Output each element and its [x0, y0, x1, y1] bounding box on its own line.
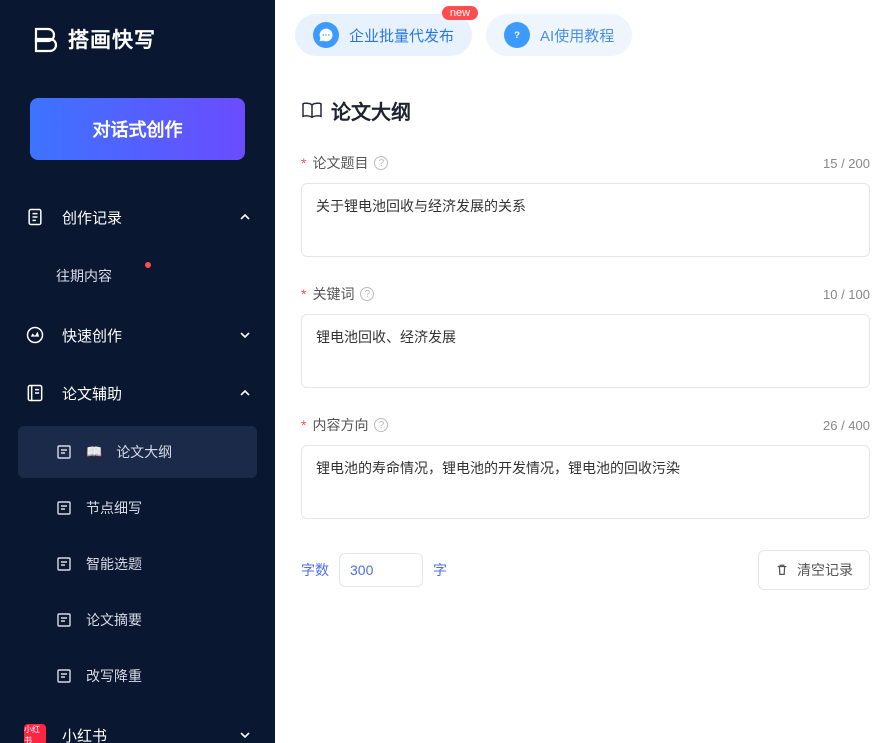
info-icon[interactable]: ?	[374, 156, 388, 170]
info-icon[interactable]: ?	[374, 418, 388, 432]
paper-icon	[24, 382, 46, 404]
nav-sub-label: 改写降重	[86, 666, 142, 686]
nav-sub-label: 论文摘要	[86, 610, 142, 630]
nav-label: 快速创作	[62, 325, 223, 346]
chat-icon	[313, 22, 339, 48]
nav-sub-label: 智能选题	[86, 554, 142, 574]
trash-icon	[775, 563, 789, 577]
required-marker: *	[301, 417, 306, 433]
page-title-text: 论文大纲	[331, 96, 411, 125]
note-icon	[56, 668, 72, 684]
new-badge: new	[442, 6, 478, 20]
nav-group-quick-create[interactable]: 快速创作	[0, 306, 275, 364]
dialogue-create-button[interactable]: 对话式创作	[30, 98, 245, 160]
word-count-label-post: 字	[433, 560, 447, 580]
nav-sub-label: 往期内容	[56, 266, 112, 286]
nav-item-paper-outline[interactable]: 📖 论文大纲	[18, 426, 257, 478]
crown-icon	[24, 324, 46, 346]
nav-sub-paper-abstract: 论文摘要	[18, 594, 257, 646]
nav-item-smart-topic[interactable]: 智能选题	[18, 538, 257, 590]
word-count-input[interactable]	[339, 553, 423, 587]
nav-label: 论文辅助	[62, 383, 223, 404]
enterprise-publish-button[interactable]: 企业批量代发布 new	[295, 14, 472, 56]
page-title: 论文大纲	[301, 96, 870, 125]
note-icon	[56, 500, 72, 516]
nav-sub-rewrite: 改写降重	[18, 650, 257, 702]
main-content: 企业批量代发布 new ? AI使用教程 论文大纲 * 论文题目 ?	[275, 0, 896, 743]
book-icon: 📖	[86, 444, 102, 460]
nav-group-paper-assist[interactable]: 论文辅助	[0, 364, 275, 422]
field-label: 内容方向	[312, 415, 368, 435]
field-content-direction: * 内容方向 ? 26 / 400	[301, 415, 870, 524]
pill-label: 企业批量代发布	[349, 25, 454, 46]
logo-icon	[30, 25, 58, 53]
nav-item-past-content[interactable]: 往期内容	[18, 250, 257, 302]
nav-group-creation-record[interactable]: 创作记录	[0, 188, 275, 246]
char-counter: 10 / 100	[823, 287, 870, 302]
bottom-controls: 字数 字 清空记录	[301, 550, 870, 590]
char-counter: 15 / 200	[823, 156, 870, 171]
nav-label: 创作记录	[62, 207, 223, 228]
nav-item-node-detail[interactable]: 节点细写	[18, 482, 257, 534]
clear-label: 清空记录	[797, 560, 853, 580]
open-book-icon	[301, 102, 323, 120]
nav-sub-label: 论文大纲	[116, 442, 172, 462]
nav-item-rewrite[interactable]: 改写降重	[18, 650, 257, 702]
field-label: 论文题目	[312, 153, 368, 173]
required-marker: *	[301, 286, 306, 302]
keywords-input[interactable]	[301, 314, 870, 388]
pill-label: AI使用教程	[540, 25, 614, 46]
chevron-down-icon	[239, 729, 251, 741]
thesis-title-input[interactable]	[301, 183, 870, 257]
nav-item-paper-abstract[interactable]: 论文摘要	[18, 594, 257, 646]
required-marker: *	[301, 155, 306, 171]
note-icon	[56, 444, 72, 460]
note-icon	[56, 612, 72, 628]
chevron-up-icon	[239, 387, 251, 399]
svg-text:?: ?	[514, 30, 520, 41]
xiaohongshu-icon: 小红书	[24, 724, 46, 743]
field-keywords: * 关键词 ? 10 / 100	[301, 284, 870, 393]
help-icon: ?	[504, 22, 530, 48]
ai-tutorial-button[interactable]: ? AI使用教程	[486, 14, 632, 56]
nav-sub-node-detail: 节点细写	[18, 482, 257, 534]
word-count-group: 字数 字	[301, 553, 447, 587]
note-icon	[56, 556, 72, 572]
chevron-down-icon	[239, 329, 251, 341]
content-direction-input[interactable]	[301, 445, 870, 519]
field-thesis-title: * 论文题目 ? 15 / 200	[301, 153, 870, 262]
nav-sub-label: 节点细写	[86, 498, 142, 518]
document-icon	[24, 206, 46, 228]
word-count-label-pre: 字数	[301, 560, 329, 580]
sidebar: 搭画快写 对话式创作 创作记录 往期内容 快速创作	[0, 0, 275, 743]
nav: 创作记录 往期内容 快速创作 论文辅助	[0, 188, 275, 743]
topbar: 企业批量代发布 new ? AI使用教程	[275, 0, 896, 70]
clear-records-button[interactable]: 清空记录	[758, 550, 870, 590]
nav-sub-paper-outline: 📖 论文大纲	[18, 426, 257, 478]
nav-sub-smart-topic: 智能选题	[18, 538, 257, 590]
chevron-up-icon	[239, 211, 251, 223]
char-counter: 26 / 400	[823, 418, 870, 433]
nav-group-xiaohongshu[interactable]: 小红书 小红书	[0, 706, 275, 743]
info-icon[interactable]: ?	[360, 287, 374, 301]
page-body: 论文大纲 * 论文题目 ? 15 / 200 * 关键词 ?	[275, 70, 896, 616]
logo: 搭画快写	[0, 0, 275, 78]
nav-label: 小红书	[62, 725, 223, 743]
logo-text: 搭画快写	[68, 24, 156, 54]
nav-sub-creation: 往期内容	[18, 250, 257, 302]
field-label: 关键词	[312, 284, 354, 304]
